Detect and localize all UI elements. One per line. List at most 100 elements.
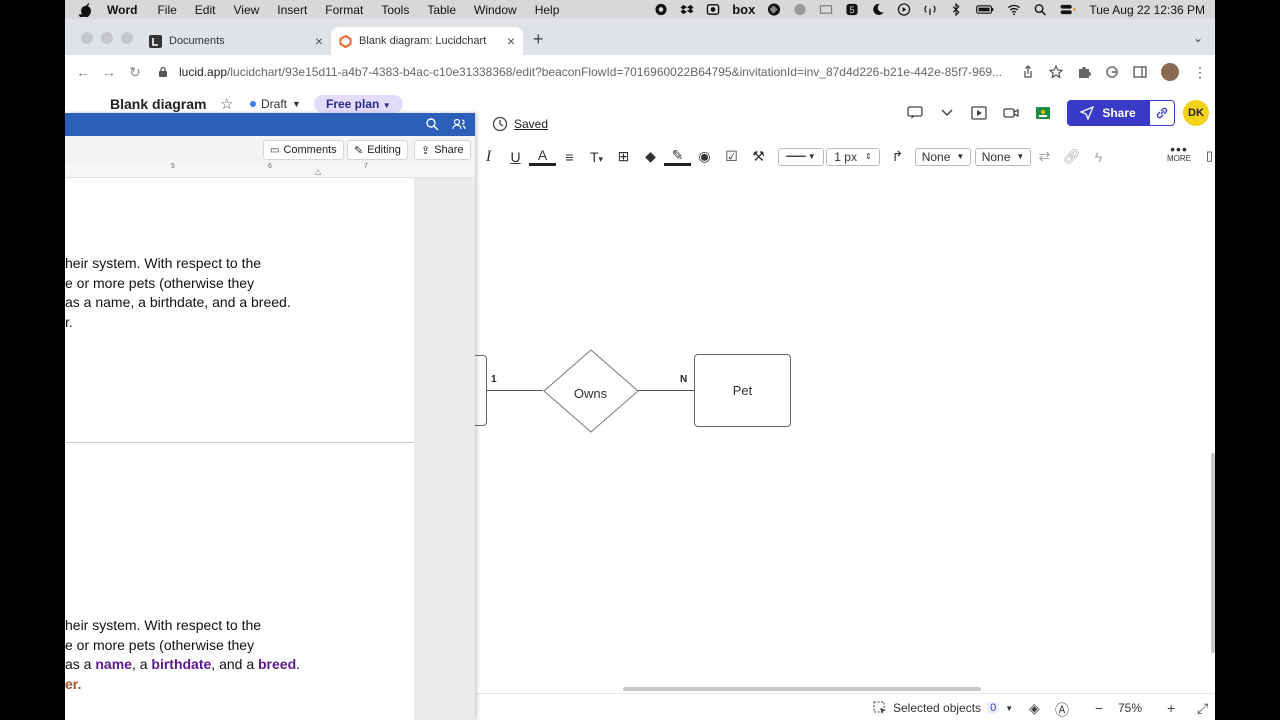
menu-help[interactable]: Help <box>535 3 560 17</box>
line-style-dropdown[interactable]: ━━━━ ▼ <box>778 147 824 166</box>
share-page-icon[interactable] <box>1021 65 1035 79</box>
magic-wand-icon[interactable]: ⚒ <box>745 148 772 165</box>
forward-arrow-icon[interactable]: → <box>101 64 117 80</box>
menu-format[interactable]: Format <box>325 3 363 17</box>
menu-edit[interactable]: Edit <box>195 3 216 17</box>
horizontal-scrollbar[interactable] <box>623 687 981 691</box>
connector-line[interactable] <box>487 390 543 391</box>
underline-icon[interactable]: U <box>502 149 529 165</box>
fill-color-icon[interactable]: ◆ <box>637 148 664 165</box>
reload-icon[interactable]: ↻ <box>127 64 143 80</box>
site-info-icon[interactable] <box>157 66 169 78</box>
word-share-button[interactable]: ⇪ Share <box>414 140 471 160</box>
align-text-icon[interactable]: ≡ <box>556 149 583 165</box>
screenshot-icon[interactable] <box>706 3 720 16</box>
tab-close-icon[interactable]: × <box>507 33 515 49</box>
relationship-label[interactable]: Owns <box>543 352 638 434</box>
share-button[interactable]: Share <box>1067 100 1149 126</box>
layers-icon[interactable]: ◈ <box>1029 700 1040 717</box>
document-page[interactable]: heir system. With respect to the e or mo… <box>65 178 414 720</box>
battery-icon[interactable] <box>975 3 995 16</box>
paragraph-1[interactable]: heir system. With respect to the e or mo… <box>65 254 291 332</box>
extensions-puzzle-icon[interactable] <box>1077 65 1091 79</box>
dropbox-icon[interactable] <box>680 3 694 16</box>
antenna-icon[interactable] <box>923 3 937 16</box>
zoom-in-icon[interactable]: + <box>1167 700 1175 716</box>
wifi-icon[interactable] <box>1007 3 1021 16</box>
menu-tools[interactable]: Tools <box>381 3 409 17</box>
tab-search-chevron-icon[interactable]: ⌄ <box>1193 31 1203 45</box>
window-icon[interactable] <box>819 3 833 16</box>
opacity-icon[interactable]: ◉ <box>691 148 718 165</box>
line-shape-icon[interactable]: ↱ <box>884 148 911 165</box>
pet-entity-shape[interactable]: Pet <box>694 354 791 427</box>
line-width-dropdown[interactable]: 1 px ⇕ <box>826 147 880 166</box>
fit-screen-icon[interactable]: ⤢ <box>1197 700 1208 717</box>
shape-border-icon[interactable]: ⊞ <box>610 148 637 165</box>
play-circle-icon[interactable] <box>897 3 911 16</box>
globe-icon[interactable] <box>793 3 807 16</box>
more-button[interactable]: ••• MORE <box>1167 142 1191 164</box>
document-title[interactable]: Blank diagram <box>110 96 206 112</box>
free-plan-badge[interactable]: Free plan ▼ <box>314 95 403 113</box>
close-window-button[interactable] <box>81 32 93 44</box>
vertical-scrollbar[interactable] <box>1211 453 1215 653</box>
spotlight-search-icon[interactable] <box>1033 3 1047 16</box>
text-color-icon[interactable]: A <box>529 147 556 166</box>
menu-app-word[interactable]: Word <box>107 3 137 17</box>
accessibility-icon[interactable]: Ⓐ <box>1055 700 1069 720</box>
cardinality-many-label[interactable]: N <box>680 374 687 385</box>
owner-entity-shape[interactable] <box>475 355 487 426</box>
control-center-icon[interactable] <box>1059 3 1077 16</box>
address-bar[interactable]: lucid.app/lucidchart/93e15d11-a4b7-4383-… <box>153 59 1083 85</box>
cardinality-one-label[interactable]: 1 <box>491 374 497 385</box>
minimize-window-button[interactable] <box>101 32 113 44</box>
word-titlebar[interactable] <box>65 113 475 136</box>
line-color-icon[interactable]: ✎ <box>664 147 691 166</box>
end-arrow-dropdown[interactable]: None ▼ <box>975 147 1031 166</box>
tab-close-icon[interactable]: × <box>315 33 323 49</box>
comments-button[interactable]: ▭ Comments <box>263 140 344 160</box>
style-icon[interactable]: ☑ <box>718 148 745 165</box>
google-classroom-icon[interactable] <box>1035 106 1051 120</box>
draft-status-dropdown[interactable]: Draft ▼ <box>250 97 301 111</box>
zoom-window-button[interactable] <box>121 32 133 44</box>
copy-link-button[interactable] <box>1149 100 1175 126</box>
user-avatar[interactable]: DK <box>1183 100 1209 126</box>
zoom-out-icon[interactable]: − <box>1095 700 1103 716</box>
favorite-star-icon[interactable]: ☆ <box>220 95 233 113</box>
bluetooth-icon[interactable] <box>949 3 963 16</box>
apple-icon[interactable] <box>79 2 93 17</box>
selected-objects-dropdown[interactable]: Selected objects 0 ▼ <box>873 701 1013 715</box>
new-tab-plus-icon[interactable]: + <box>533 29 544 50</box>
box-app-label[interactable]: box <box>732 2 755 17</box>
zoom-level[interactable]: 75% <box>1118 701 1142 715</box>
video-camera-icon[interactable] <box>1003 106 1019 120</box>
moon-icon[interactable] <box>871 3 885 16</box>
paragraph-2[interactable]: heir system. With respect to the e or mo… <box>65 616 300 694</box>
back-arrow-icon[interactable]: ← <box>75 64 91 80</box>
swap-arrows-icon[interactable]: ⇄ <box>1031 148 1058 165</box>
menu-table[interactable]: Table <box>427 3 456 17</box>
chrome-menu-icon[interactable]: ⋮ <box>1193 64 1207 81</box>
five-badge-icon[interactable]: 5 <box>845 3 859 16</box>
tab-lucidchart[interactable]: Blank diagram: Lucidchart × <box>331 27 523 55</box>
action-bolt-icon[interactable]: ϟ <box>1085 149 1112 165</box>
audio-wave-icon[interactable] <box>767 3 781 16</box>
profile-avatar[interactable] <box>1161 63 1179 81</box>
ruler[interactable]: 5 6 7 △ <box>65 163 475 178</box>
google-icon[interactable] <box>1105 65 1119 79</box>
share-people-icon[interactable] <box>452 117 466 131</box>
saved-status[interactable]: Saved <box>492 116 548 132</box>
text-options-icon[interactable]: T▾ <box>583 149 610 165</box>
diagram-canvas[interactable]: 1 Owns N Pet <box>475 173 1215 693</box>
italic-icon[interactable]: I <box>475 148 502 166</box>
connector-line[interactable] <box>638 390 694 391</box>
hyperlink-icon[interactable]: 🔗︎ <box>1058 148 1085 165</box>
search-icon[interactable] <box>425 117 439 131</box>
tab-documents[interactable]: Documents × <box>141 27 331 55</box>
side-panel-toggle-icon[interactable]: ▯ <box>1206 148 1213 164</box>
indent-marker-icon[interactable]: △ <box>315 167 321 176</box>
start-arrow-dropdown[interactable]: None ▼ <box>915 147 971 166</box>
chevron-down-icon[interactable] <box>939 106 955 120</box>
